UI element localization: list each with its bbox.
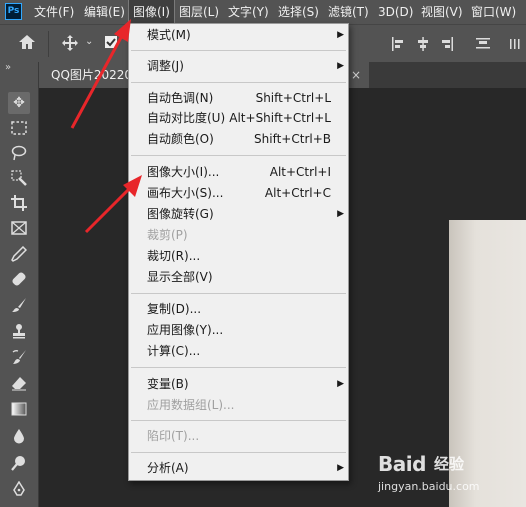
menu-item-adjustments[interactable]: 调整(J) ▶ <box>129 56 348 77</box>
menu-window[interactable]: 窗口(W) <box>471 0 516 24</box>
menu-item-auto-tone[interactable]: 自动色调(N) Shift+Ctrl+L <box>129 88 348 109</box>
submenu-arrow-icon: ▶ <box>337 61 344 71</box>
menu-separator <box>131 420 346 421</box>
healing-brush-tool-icon[interactable] <box>8 268 30 290</box>
menu-separator <box>131 82 346 83</box>
menu-layer[interactable]: 图层(L) <box>179 0 219 24</box>
watermark-logo: Baid <box>378 452 426 476</box>
menu-item-auto-contrast[interactable]: 自动对比度(U) Alt+Shift+Ctrl+L <box>129 108 348 129</box>
menu-item-duplicate[interactable]: 复制(D)... <box>129 299 348 320</box>
marquee-tool-icon[interactable] <box>8 117 30 139</box>
blur-tool-icon[interactable] <box>8 425 30 447</box>
menu-separator <box>131 155 346 156</box>
menu-separator <box>131 293 346 294</box>
menu-select[interactable]: 选择(S) <box>278 0 319 24</box>
menu-item-trim[interactable]: 裁切(R)... <box>129 246 348 267</box>
home-icon[interactable] <box>18 34 36 52</box>
menu-3d[interactable]: 3D(D) <box>378 0 413 24</box>
photoshop-logo: Ps <box>5 3 22 20</box>
quick-selection-tool-icon[interactable] <box>8 167 30 189</box>
align-left-icon[interactable] <box>391 37 405 53</box>
menu-separator <box>131 50 346 51</box>
watermark-subtitle: 经验 <box>434 455 465 473</box>
menu-image[interactable]: 图像(I) <box>128 0 175 25</box>
menu-item-auto-color[interactable]: 自动颜色(O) Shift+Ctrl+B <box>129 129 348 150</box>
close-icon[interactable]: × <box>351 62 361 88</box>
gradient-tool-icon[interactable] <box>8 398 30 420</box>
move-tool-icon[interactable]: ✥ <box>8 92 30 114</box>
align-right-icon[interactable] <box>440 37 454 53</box>
document-tab-label: QQ图片20220 <box>51 68 133 82</box>
align-center-icon[interactable] <box>416 37 430 53</box>
menu-separator <box>131 452 346 453</box>
align-middle-icon[interactable] <box>508 37 522 53</box>
tools-panel: » ✥ <box>0 62 39 507</box>
lasso-tool-icon[interactable] <box>8 142 30 164</box>
submenu-arrow-icon: ▶ <box>337 379 344 389</box>
baidu-jingyan-watermark: Baid 经验 jingyan.baidu.com <box>378 448 518 504</box>
eraser-tool-icon[interactable] <box>8 372 30 394</box>
menu-item-image-rotation[interactable]: 图像旋转(G) ▶ <box>129 204 348 225</box>
submenu-arrow-icon: ▶ <box>337 209 344 219</box>
menu-bar: Ps 文件(F) 编辑(E) 图像(I) 图层(L) 文字(Y) 选择(S) 滤… <box>0 0 526 25</box>
brush-tool-icon[interactable] <box>8 294 30 316</box>
frame-tool-icon[interactable] <box>8 217 30 239</box>
menu-item-calculations[interactable]: 计算(C)... <box>129 341 348 362</box>
submenu-arrow-icon: ▶ <box>337 30 344 40</box>
watermark-url: jingyan.baidu.com <box>378 480 480 493</box>
menu-type[interactable]: 文字(Y) <box>228 0 269 24</box>
menu-item-trap: 陷印(T)... <box>147 429 200 443</box>
menu-view[interactable]: 视图(V) <box>421 0 463 24</box>
menu-item-mode[interactable]: 模式(M) ▶ <box>129 25 348 46</box>
menu-item-apply-image[interactable]: 应用图像(Y)... <box>129 320 348 341</box>
auto-select-checkbox-icon[interactable] <box>104 35 118 51</box>
menu-item-image-size[interactable]: 图像大小(I)... Alt+Ctrl+I <box>129 162 348 183</box>
clone-stamp-tool-icon[interactable] <box>8 320 30 342</box>
menu-item-crop: 裁剪(P) <box>147 228 188 242</box>
move-tool-icon[interactable] <box>61 34 79 54</box>
menu-file[interactable]: 文件(F) <box>34 0 74 24</box>
panel-collapse-icon[interactable]: » <box>5 62 11 73</box>
crop-tool-icon[interactable] <box>8 192 30 214</box>
menu-separator <box>131 367 346 368</box>
options-divider <box>48 31 49 57</box>
menu-item-reveal-all[interactable]: 显示全部(V) <box>129 267 348 288</box>
menu-filter[interactable]: 滤镜(T) <box>328 0 369 24</box>
image-menu-dropdown: 模式(M) ▶ 调整(J) ▶ 自动色调(N) Shift+Ctrl+L 自动对… <box>128 23 349 481</box>
history-brush-tool-icon[interactable] <box>8 346 30 368</box>
menu-item-canvas-size[interactable]: 画布大小(S)... Alt+Ctrl+C <box>129 183 348 204</box>
menu-item-variables[interactable]: 变量(B) ▶ <box>129 374 348 395</box>
menu-edit[interactable]: 编辑(E) <box>84 0 125 24</box>
eyedropper-tool-icon[interactable] <box>8 243 30 265</box>
pen-tool-icon[interactable] <box>8 478 30 500</box>
align-top-icon[interactable] <box>476 37 490 53</box>
menu-item-apply-data-set: 应用数据组(L)... <box>147 398 235 412</box>
dodge-tool-icon[interactable] <box>8 452 30 474</box>
chevron-down-icon[interactable]: ⌄ <box>85 37 93 47</box>
menu-item-analysis[interactable]: 分析(A) ▶ <box>129 458 348 479</box>
submenu-arrow-icon: ▶ <box>337 463 344 473</box>
